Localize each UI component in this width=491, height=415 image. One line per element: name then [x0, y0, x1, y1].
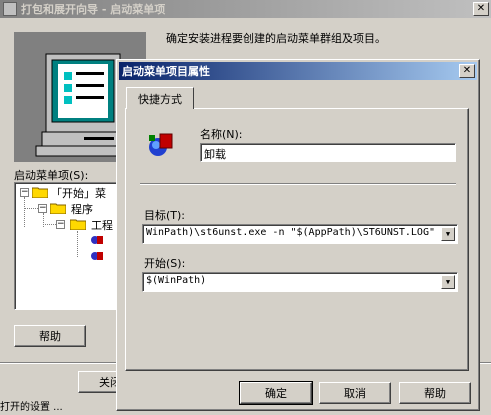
dialog-close-icon[interactable]: ✕	[459, 64, 475, 78]
start-value: $(WinPath)	[146, 275, 207, 286]
tab-shortcut-label: 快捷方式	[138, 92, 182, 106]
wizard-help-button[interactable]: 帮助	[14, 325, 86, 347]
wizard-instruction: 确定安装进程要创建的启动菜单群组及项目。	[166, 32, 386, 45]
name-label: 名称(N):	[200, 128, 243, 141]
tree-expander[interactable]: −	[56, 220, 65, 229]
wizard-title: 打包和展开向导 - 启动菜单项	[21, 3, 166, 16]
tree-item-project[interactable]: 工程	[91, 217, 113, 233]
wizard-close-icon[interactable]: ✕	[473, 2, 489, 16]
start-dropdown-icon[interactable]: ▼	[441, 275, 455, 289]
dialog-title: 启动菜单项目属性	[122, 65, 210, 78]
target-combo[interactable]: WinPath)\st6unst.exe -n "$(AppPath)\ST6U…	[142, 224, 458, 244]
cancel-button[interactable]: 取消	[319, 382, 391, 404]
wizard-footer-text: 打开的设置 ...	[0, 402, 63, 413]
shortcut-icon	[149, 133, 173, 156]
tree-expander[interactable]: −	[38, 204, 47, 213]
shortcut-icon	[91, 236, 103, 244]
dialog-titlebar[interactable]: 启动菜单项目属性 ✕	[119, 62, 477, 80]
ok-button[interactable]: 确定	[239, 381, 313, 405]
folder-icon	[32, 187, 48, 198]
startmenu-tree[interactable]: − 「开始」菜 − 程序 − 工程	[14, 182, 124, 310]
tree-label: 启动菜单项(S):	[14, 169, 89, 182]
tree-item-programs[interactable]: 程序	[71, 201, 93, 217]
panel-separator	[140, 183, 456, 185]
target-label: 目标(T):	[144, 209, 186, 222]
name-field[interactable]: 卸载	[200, 143, 456, 162]
properties-dialog: 启动菜单项目属性 ✕ 快捷方式 名称(N): 卸载 目标(T): WinPath…	[116, 59, 480, 411]
tab-panel: 名称(N): 卸载 目标(T): WinPath)\st6unst.exe -n…	[125, 108, 469, 371]
tree-item-start-menu[interactable]: 「开始」菜	[51, 185, 106, 201]
wizard-app-icon	[3, 2, 17, 16]
shortcut-icon	[91, 252, 103, 260]
start-label: 开始(S):	[144, 257, 186, 270]
wizard-titlebar[interactable]: 打包和展开向导 - 启动菜单项 ✕	[0, 0, 491, 18]
target-dropdown-icon[interactable]: ▼	[441, 227, 455, 241]
help-button[interactable]: 帮助	[399, 382, 471, 404]
tree-expander[interactable]: −	[20, 188, 29, 197]
folder-icon	[50, 203, 66, 214]
folder-icon	[70, 219, 86, 230]
target-value: WinPath)\st6unst.exe -n "$(AppPath)\ST6U…	[146, 227, 435, 238]
tab-shortcut[interactable]: 快捷方式	[126, 87, 194, 109]
start-combo[interactable]: $(WinPath) ▼	[142, 272, 458, 292]
